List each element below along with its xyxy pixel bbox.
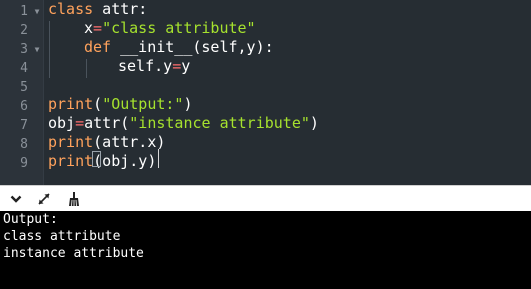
code-token: (attr.x) xyxy=(93,133,166,151)
expand-arrows-icon xyxy=(38,193,50,205)
line-number: 9 xyxy=(20,156,28,171)
code-line: print(obj.y) xyxy=(48,152,156,171)
line-number: 7 xyxy=(20,118,28,133)
code-token: x xyxy=(84,19,94,37)
string-token: "Output:" xyxy=(102,95,184,113)
output-line: instance attribute xyxy=(3,246,144,261)
line-number: 6 xyxy=(20,99,28,114)
code-token: (obj.y) xyxy=(93,152,157,170)
line-number: 4 xyxy=(20,61,28,76)
line-number: 2 xyxy=(20,23,28,38)
console-output[interactable]: Output: class attribute instance attribu… xyxy=(0,211,531,289)
operator-token: = xyxy=(172,57,182,75)
code-token: ( xyxy=(93,95,103,113)
line-gutter: 1 2 3 4 5 6 7 8 9 ▼ ▼ xyxy=(0,0,44,185)
code-line: class attr: xyxy=(48,0,147,19)
line-number: 5 xyxy=(20,80,28,95)
bracket-match-highlight xyxy=(92,151,101,167)
code-token: __init__(self,y): xyxy=(111,38,274,56)
console-toolbar xyxy=(0,185,531,212)
string-token: "class attribute" xyxy=(102,19,256,37)
code-line: self.y=y xyxy=(118,57,190,76)
keyword-token: class xyxy=(48,0,94,18)
output-line: Output: xyxy=(3,212,58,227)
code-editor[interactable]: 1 2 3 4 5 6 7 8 9 ▼ ▼ class attr: x="cla… xyxy=(0,0,531,185)
text-cursor xyxy=(158,149,159,168)
string-token: "instance attribute" xyxy=(129,114,310,132)
fold-toggle-icon[interactable]: ▼ xyxy=(33,2,41,21)
fold-toggle-icon[interactable]: ▼ xyxy=(33,40,41,59)
code-line: x="class attribute" xyxy=(84,19,256,38)
code-token: self.y xyxy=(118,57,173,75)
keyword-token: def xyxy=(84,38,112,56)
expand-console-button[interactable] xyxy=(34,190,54,208)
code-token: ) xyxy=(309,114,319,132)
indent-guide xyxy=(49,21,50,78)
code-token: y xyxy=(181,57,191,75)
code-line: obj=attr("instance attribute") xyxy=(48,114,319,133)
code-token: attr( xyxy=(84,114,130,132)
line-number: 3 xyxy=(20,42,28,57)
operator-token: = xyxy=(75,114,85,132)
code-line: print(attr.x) xyxy=(48,133,165,152)
code-token: attr: xyxy=(93,0,148,18)
output-line: class attribute xyxy=(3,229,121,244)
operator-token: = xyxy=(93,19,103,37)
clear-console-button[interactable] xyxy=(64,190,84,208)
keyword-token: print xyxy=(48,133,94,151)
code-token: ) xyxy=(183,95,193,113)
indent-guide xyxy=(86,59,87,78)
line-number: 8 xyxy=(20,137,28,152)
code-line: print("Output:") xyxy=(48,95,193,114)
code-token: obj xyxy=(48,114,76,132)
chevron-down-icon xyxy=(10,195,22,203)
keyword-token: print xyxy=(48,152,94,170)
collapse-console-button[interactable] xyxy=(6,190,26,208)
keyword-token: print xyxy=(48,95,94,113)
code-line: def __init__(self,y): xyxy=(84,38,274,57)
line-number: 1 xyxy=(20,4,28,19)
broom-icon xyxy=(69,192,79,207)
